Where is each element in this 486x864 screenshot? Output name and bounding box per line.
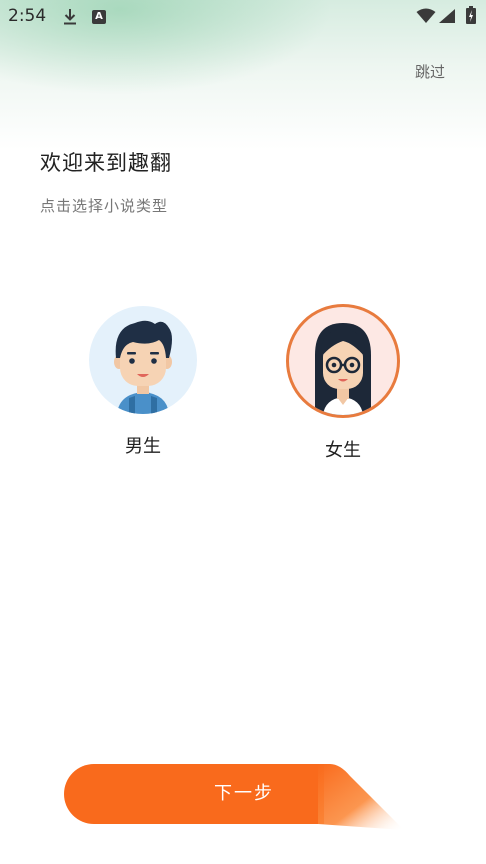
page-title: 欢迎来到趣翻 bbox=[40, 151, 172, 175]
skip-button[interactable]: 跳过 bbox=[400, 60, 460, 84]
status-time: 2:54 bbox=[8, 6, 47, 26]
male-choice-label: 男生 bbox=[125, 436, 161, 457]
signal-icon bbox=[439, 9, 455, 23]
male-avatar-icon bbox=[89, 306, 197, 414]
next-step-button[interactable] bbox=[64, 764, 324, 824]
onboarding-screen: 2:54 A 跳过 欢迎来到趣翻 点击选择小说类型 男生 女生 下一步 bbox=[0, 0, 486, 864]
download-icon bbox=[64, 9, 76, 25]
status-bar: 2:54 A bbox=[0, 0, 486, 34]
male-choice-button[interactable]: 男生 bbox=[88, 306, 198, 458]
female-choice-label: 女生 bbox=[325, 440, 361, 461]
a-icon: A bbox=[92, 10, 106, 24]
female-avatar-icon bbox=[286, 304, 400, 418]
next-button-tail-shape bbox=[318, 764, 404, 830]
female-choice-button[interactable]: 女生 bbox=[286, 304, 400, 462]
battery-icon bbox=[466, 6, 476, 24]
wifi-icon bbox=[416, 8, 436, 23]
page-subtitle: 点击选择小说类型 bbox=[40, 197, 169, 215]
